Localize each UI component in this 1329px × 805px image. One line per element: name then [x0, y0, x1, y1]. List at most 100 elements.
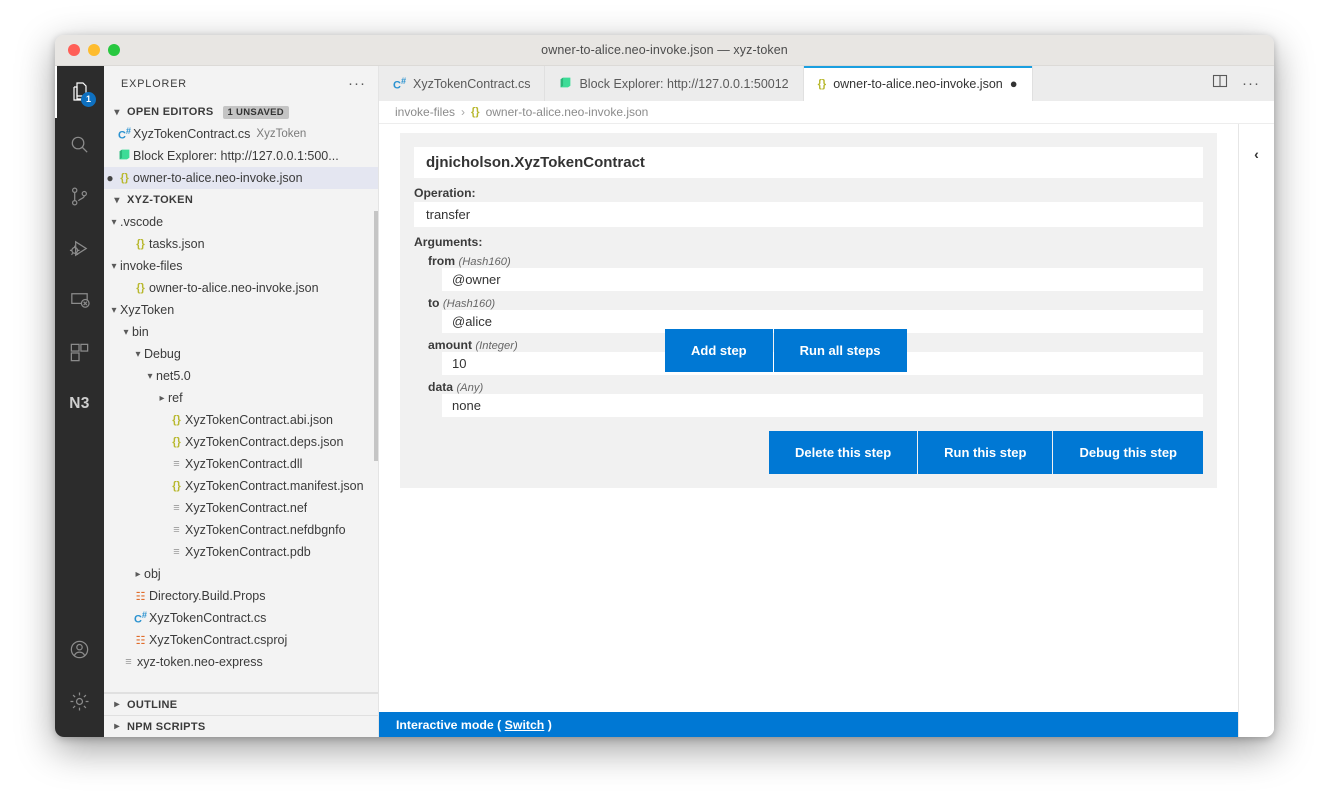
sidebar-scrollbar[interactable] [374, 211, 378, 461]
extensions-icon [68, 341, 91, 364]
tree-file-row[interactable]: ☷ XyzTokenContract.csproj [104, 629, 378, 651]
chevron-down-icon[interactable]: ▾ [108, 261, 120, 272]
search-icon [68, 133, 91, 156]
activity-item-run-and-debug[interactable] [55, 222, 104, 274]
maximize-window-button[interactable] [108, 44, 120, 56]
open-editors-list: C# XyzTokenContract.cs XyzToken Block Ex… [104, 123, 378, 189]
tree-item-label: Debug [144, 347, 181, 361]
tree-folder-row[interactable]: ▸ ref [104, 387, 378, 409]
open-editor-item[interactable]: Block Explorer: http://127.0.0.1:500... [104, 145, 378, 167]
activity-item-remote-explorer[interactable] [55, 274, 104, 326]
argument-block: from (Hash160) @owner [414, 254, 1203, 291]
breadcrumb-folder[interactable]: invoke-files [395, 105, 455, 119]
run-this-step-button[interactable]: Run this step [918, 431, 1053, 474]
tree-file-row[interactable]: {} XyzTokenContract.manifest.json [104, 475, 378, 497]
tree-file-row[interactable]: {} XyzTokenContract.deps.json [104, 431, 378, 453]
tree-file-row[interactable]: C# XyzTokenContract.cs [104, 607, 378, 629]
tree-file-row[interactable]: ☷ Directory.Build.Props [104, 585, 378, 607]
file-icon: ≡ [173, 502, 180, 514]
tree-file-row[interactable]: {} XyzTokenContract.abi.json [104, 409, 378, 431]
tree-file-row[interactable]: ≡ XyzTokenContract.nefdbgnfo [104, 519, 378, 541]
file-icon: ≡ [173, 458, 180, 470]
minimize-window-button[interactable] [88, 44, 100, 56]
section-open-editors[interactable]: ▾ OPEN EDITORS 1 UNSAVED [104, 101, 378, 123]
tree-file-row[interactable]: ≡ XyzTokenContract.nef [104, 497, 378, 519]
vscode-window: owner-to-alice.neo-invoke.json — xyz-tok… [55, 35, 1274, 737]
activity-item-extensions[interactable] [55, 326, 104, 378]
xml-icon: ☷ [135, 634, 146, 647]
tree-file-row[interactable]: {} tasks.json [104, 233, 378, 255]
chevron-down-icon[interactable]: ▾ [132, 349, 144, 360]
interactive-mode-bar: Interactive mode ( Switch ) [379, 712, 1238, 737]
open-editor-item-active[interactable]: ● {} owner-to-alice.neo-invoke.json [104, 167, 378, 189]
section-workspace[interactable]: ▾ XYZ-TOKEN [104, 189, 378, 211]
chevron-right-icon[interactable]: ▸ [132, 569, 144, 580]
interactive-mode-text-after: ) [547, 717, 552, 732]
json-icon: {} [136, 238, 145, 250]
block-explorer-icon [559, 76, 572, 92]
open-editor-item[interactable]: C# XyzTokenContract.cs XyzToken [104, 123, 378, 145]
split-editor-icon[interactable] [1212, 73, 1228, 94]
run-all-steps-button[interactable]: Run all steps [773, 329, 907, 372]
activity-item-explorer[interactable]: 1 [55, 66, 104, 118]
unsaved-badge: 1 UNSAVED [222, 105, 289, 119]
activity-item-manage[interactable] [55, 675, 104, 727]
invoke-step-card: djnicholson.XyzTokenContract Operation: … [400, 133, 1217, 488]
tree-folder-row[interactable]: ▾ Debug [104, 343, 378, 365]
json-icon: {} [172, 414, 181, 426]
section-outline[interactable]: ▸ OUTLINE [104, 693, 378, 715]
tab-dirty-indicator-icon[interactable]: ● [1010, 76, 1018, 91]
chevron-down-icon[interactable]: ▾ [108, 305, 120, 316]
argument-type: (Any) [456, 382, 484, 394]
argument-name: to [428, 296, 440, 310]
argument-header: from (Hash160) [414, 254, 1203, 268]
breadcrumb-file[interactable]: owner-to-alice.neo-invoke.json [486, 105, 649, 119]
section-npm-scripts[interactable]: ▸ NPM SCRIPTS [104, 715, 378, 737]
tree-file-row[interactable]: ≡ xyz-token.neo-express [104, 651, 378, 673]
activity-item-source-control[interactable] [55, 170, 104, 222]
activity-item-search[interactable] [55, 118, 104, 170]
add-step-button[interactable]: Add step [665, 329, 773, 372]
debug-this-step-button[interactable]: Debug this step [1053, 431, 1203, 474]
chevron-right-icon[interactable]: ▸ [156, 393, 168, 404]
tree-folder-row[interactable]: ▾ .vscode [104, 211, 378, 233]
activity-item-neo-n3[interactable]: N3 [55, 378, 104, 430]
tree-folder-row[interactable]: ▾ bin [104, 321, 378, 343]
activity-item-accounts[interactable] [55, 623, 104, 675]
collapse-left-icon[interactable]: ‹ [1254, 146, 1259, 737]
tree-item-label: obj [144, 567, 161, 581]
operation-field[interactable]: transfer [414, 202, 1203, 227]
tab-block-explorer[interactable]: Block Explorer: http://127.0.0.1:50012 [545, 66, 804, 101]
tab-label: XyzTokenContract.cs [413, 76, 531, 91]
tree-file-row[interactable]: ≡ XyzTokenContract.pdb [104, 541, 378, 563]
tree-file-row[interactable]: {} owner-to-alice.neo-invoke.json [104, 277, 378, 299]
tab-xyztokencontract-cs[interactable]: C# XyzTokenContract.cs [379, 66, 546, 101]
tree-item-label: XyzTokenContract.csproj [149, 633, 288, 647]
chevron-down-icon[interactable]: ▾ [144, 371, 156, 382]
tree-folder-row[interactable]: ▾ net5.0 [104, 365, 378, 387]
argument-value-field[interactable]: none [442, 394, 1203, 417]
argument-header: data (Any) [414, 380, 1203, 394]
tree-item-label: Directory.Build.Props [149, 589, 266, 603]
tab-owner-to-alice-neo-invoke-json[interactable]: {} owner-to-alice.neo-invoke.json ● [803, 66, 1033, 101]
dirty-indicator-icon[interactable]: ● [104, 171, 116, 185]
tree-folder-row[interactable]: ▾ XyzToken [104, 299, 378, 321]
contract-name-field[interactable]: djnicholson.XyzTokenContract [414, 147, 1203, 178]
delete-this-step-button[interactable]: Delete this step [769, 431, 918, 474]
more-icon[interactable]: ··· [1242, 76, 1260, 91]
tree-folder-row[interactable]: ▸ obj [104, 563, 378, 585]
tree-file-row[interactable]: ≡ XyzTokenContract.dll [104, 453, 378, 475]
activity-bar: 1 N3 [55, 66, 104, 737]
tree-item-label: XyzTokenContract.cs [149, 611, 267, 625]
chevron-down-icon[interactable]: ▾ [120, 327, 132, 338]
tree-folder-row[interactable]: ▾ invoke-files [104, 255, 378, 277]
breadcrumb-separator-icon: › [461, 105, 466, 119]
chevron-down-icon[interactable]: ▾ [108, 217, 120, 228]
close-window-button[interactable] [68, 44, 80, 56]
sidebar-header: EXPLORER ··· [104, 66, 378, 101]
sidebar-more-actions-icon[interactable]: ··· [348, 76, 366, 91]
tree-item-label: ref [168, 391, 183, 405]
tab-bar: C# XyzTokenContract.cs Block Explorer: h… [379, 66, 1274, 101]
switch-mode-link[interactable]: Switch [505, 718, 545, 732]
argument-value-field[interactable]: @owner [442, 268, 1203, 291]
